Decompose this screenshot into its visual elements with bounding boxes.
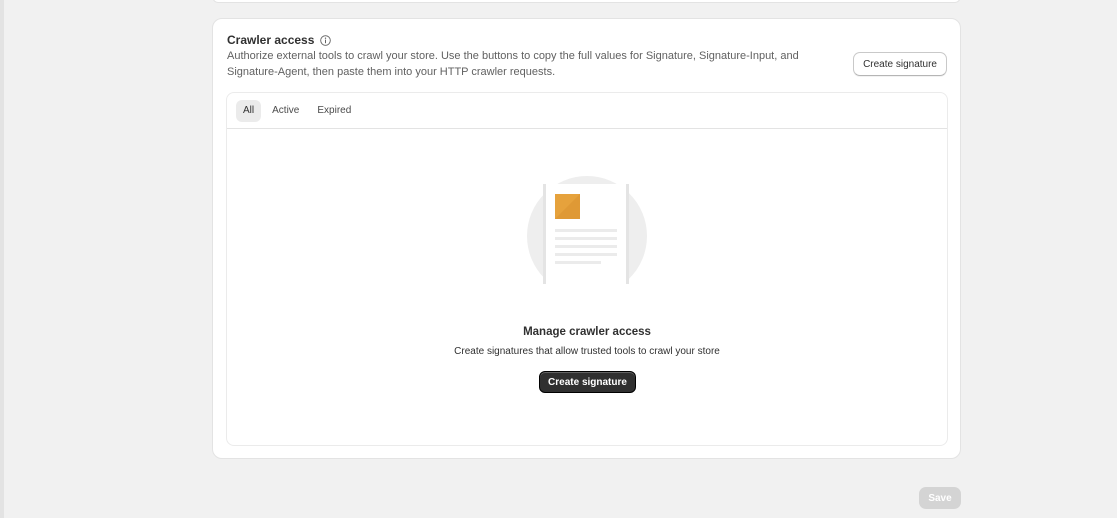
- tab-active[interactable]: Active: [265, 100, 306, 122]
- card-description: Authorize external tools to crawl your s…: [227, 50, 799, 78]
- document-icon: [527, 176, 647, 296]
- tab-bar: All Active Expired: [227, 93, 947, 129]
- crawler-access-card: Crawler access Authorize external tools …: [212, 18, 961, 459]
- empty-state-description: Create signatures that allow trusted too…: [454, 346, 720, 357]
- tab-label: Expired: [317, 105, 352, 116]
- create-signature-button[interactable]: Create signature: [539, 371, 636, 393]
- tab-expired[interactable]: Expired: [310, 100, 358, 122]
- save-button[interactable]: Save: [919, 487, 961, 509]
- card-header: Crawler access: [227, 33, 332, 47]
- tab-label: All: [243, 105, 255, 116]
- card-title: Crawler access: [227, 33, 315, 47]
- signatures-panel: All Active Expired Manage crawler access…: [226, 92, 948, 446]
- left-rail: [0, 0, 4, 518]
- tab-label: Active: [272, 105, 300, 116]
- empty-state-title: Manage crawler access: [523, 326, 651, 338]
- info-icon[interactable]: [320, 34, 332, 46]
- tab-all[interactable]: All: [236, 99, 262, 122]
- previous-card: [212, 0, 961, 3]
- create-signature-header-button[interactable]: Create signature: [853, 52, 947, 76]
